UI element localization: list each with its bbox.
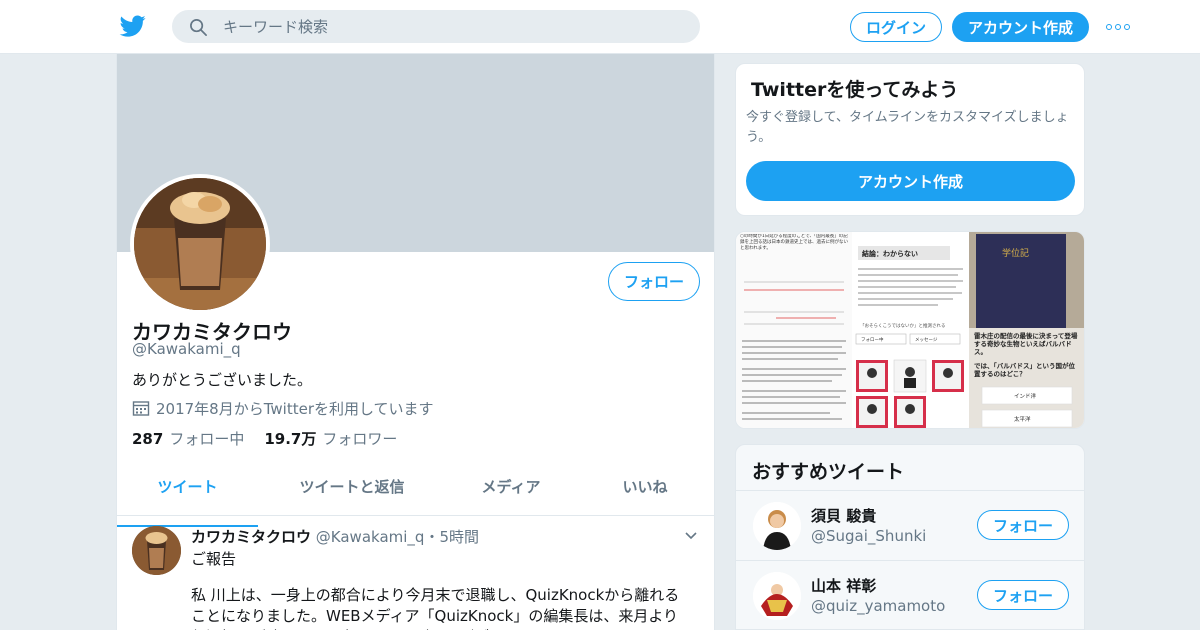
tweet-timestamp[interactable]: 5時間	[439, 528, 479, 546]
recommended-user-handle[interactable]: @quiz_yamamoto	[811, 597, 945, 615]
follow-button[interactable]: フォロー	[608, 262, 700, 301]
recommended-user-handle[interactable]: @Sugai_Shunki	[811, 527, 926, 545]
recommended-user[interactable]: 山本 祥彰 @quiz_yamamoto フォロー	[736, 560, 1084, 630]
followers-stat[interactable]: 19.7万 フォロワー	[264, 428, 397, 449]
tweet-separator: ・	[424, 528, 440, 546]
thumb3-caption: 雷木庄の配信の最後に決まって登場する奇妙な生物といえばバルバドス。	[974, 332, 1078, 356]
search-icon	[190, 19, 207, 36]
recommended-user-name[interactable]: 山本 祥彰	[811, 575, 876, 596]
recommended-user-name[interactable]: 須貝 駿貴	[811, 505, 876, 526]
tweet-author-handle[interactable]: @Kawakami_q	[316, 528, 425, 546]
signup-card-title: Twitterを使ってみよう	[751, 79, 959, 101]
thumb2-message: メッセージ	[915, 337, 938, 343]
tweet-avatar[interactable]	[132, 526, 181, 575]
tab-tweets-and-replies[interactable]: ツイートと返信	[258, 470, 446, 515]
calendar-icon	[132, 401, 150, 416]
tweet-header: カワカミタクロウ @Kawakami_q・5時間	[191, 526, 479, 547]
recommended-tweets-panel: おすすめツイート 須貝 駿貴 @Sugai_Shunki フォロー 山本 祥彰 …	[735, 444, 1085, 630]
media-grid-graphic: ○の時間が1日延びる程度のことで、「国内最長」の記録を上回る話は日本の鉄道史上で…	[736, 232, 1084, 428]
thumb3-question: では、「バルバドス」という国が位置するのはどこ？	[974, 362, 1075, 378]
media-thumbnails: ○の時間が1日延びる程度のことで、「国内最長」の記録を上回る話は日本の鉄道史上で…	[735, 231, 1085, 429]
signup-button[interactable]: アカウント作成	[952, 12, 1089, 42]
recommended-avatar-photo-1	[753, 502, 801, 550]
recommended-avatar-photo-2	[753, 572, 801, 620]
signup-card: Twitterを使ってみよう 今すぐ登録して、タイムラインをカスタマイズしましょ…	[735, 63, 1085, 216]
media-thumb-3[interactable]: 学位記 雷木庄の配信の最後に決まって登場する奇妙な生物といえばバルバドス。 では…	[969, 232, 1084, 428]
following-count: 287	[132, 430, 164, 448]
profile-handle[interactable]: @Kawakami_q	[132, 340, 241, 358]
following-stat[interactable]: 287 フォロー中	[132, 428, 244, 449]
joined-text: 2017年8月からTwitterを利用しています	[156, 399, 434, 418]
thumb3-choice-1: インド洋	[1014, 392, 1037, 400]
signup-card-button[interactable]: アカウント作成	[746, 161, 1075, 201]
avatar-photo	[134, 178, 266, 310]
thumb2-note: 「おそらくこうではないか」と推測される	[860, 322, 946, 329]
recommended-user-avatar[interactable]	[753, 572, 801, 620]
tab-media[interactable]: メディア	[446, 470, 576, 515]
followers-count: 19.7万	[264, 430, 317, 448]
twitter-bird-icon[interactable]	[119, 13, 147, 39]
thumb2-title: 結論：わからない	[862, 249, 918, 258]
recommended-follow-button[interactable]: フォロー	[977, 510, 1069, 540]
chevron-down-icon[interactable]	[684, 529, 698, 543]
top-navigation-bar: ログイン アカウント作成	[0, 0, 1200, 54]
thumb3-choice-2: 太平洋	[1014, 415, 1031, 423]
profile-column: フォロー カワカミタクロウ @Kawakami_q ありがとうございました。 2…	[116, 54, 715, 630]
profile-joined-date: 2017年8月からTwitterを利用しています	[132, 398, 434, 418]
profile-avatar[interactable]	[130, 174, 270, 314]
thumb1-header-text: ○の時間が1日延びる程度のことで、「国内最長」の記録を上回る話は日本の鉄道史上で…	[740, 234, 848, 251]
recommended-user[interactable]: 須貝 駿貴 @Sugai_Shunki フォロー	[736, 490, 1084, 560]
tab-likes[interactable]: いいね	[576, 470, 714, 515]
recommended-user-avatar[interactable]	[753, 502, 801, 550]
thumb3-book-title: 学位記	[1002, 247, 1029, 259]
profile-stats: 287 フォロー中 19.7万 フォロワー	[132, 428, 397, 449]
recommended-title: おすすめツイート	[752, 461, 905, 483]
thumb2-follow: フォロー中	[861, 336, 884, 343]
tweet-text: 私 川上は、一身上の都合により今月末で退職し、QuizKnockから離れることに…	[191, 586, 680, 630]
search-input[interactable]	[223, 11, 683, 42]
profile-tabs: ツイート ツイートと返信 メディア いいね	[117, 470, 714, 527]
media-thumb-2[interactable]: 結論：わからない 「おそらくこうではないか」と推測される フォロー中 メッセージ	[853, 232, 968, 428]
recommended-follow-button[interactable]: フォロー	[977, 580, 1069, 610]
tweet-first-line: ご報告	[191, 550, 237, 568]
more-dots-icon[interactable]	[1106, 20, 1130, 34]
followers-label: フォロワー	[322, 430, 398, 448]
tweet-avatar-photo	[132, 526, 181, 575]
tab-tweets[interactable]: ツイート	[117, 470, 258, 527]
following-label: フォロー中	[169, 430, 245, 448]
tweet-author-name[interactable]: カワカミタクロウ	[191, 528, 311, 546]
profile-bio: ありがとうございました。	[132, 371, 313, 389]
signup-card-description: 今すぐ登録して、タイムラインをカスタマイズしましょう。	[746, 110, 1069, 145]
login-button[interactable]: ログイン	[850, 12, 942, 42]
media-thumb-1[interactable]: ○の時間が1日延びる程度のことで、「国内最長」の記録を上回る話は日本の鉄道史上で…	[736, 232, 852, 428]
search-box[interactable]	[172, 10, 700, 43]
tweet-item[interactable]: カワカミタクロウ @Kawakami_q・5時間 ご報告 私 川上は、一身上の都…	[117, 517, 714, 630]
